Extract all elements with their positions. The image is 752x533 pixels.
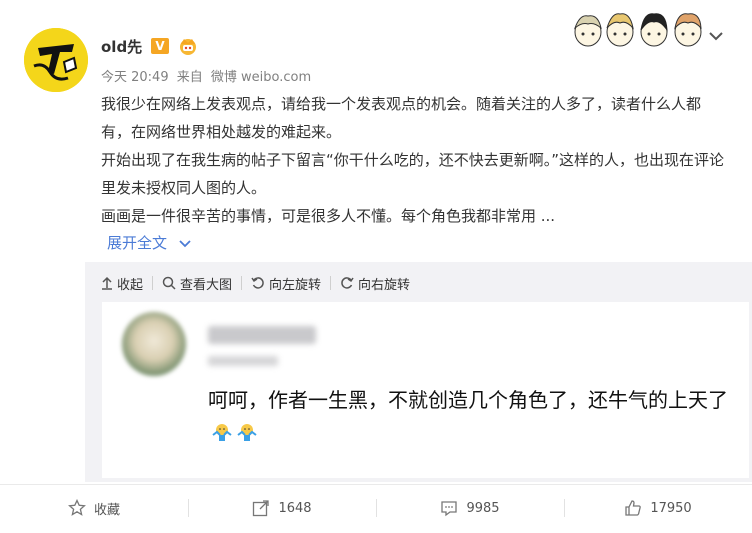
- rotate-right-button[interactable]: 向右旋转: [340, 274, 410, 293]
- expand-full-text-link[interactable]: 展开全文: [107, 232, 192, 253]
- rotate-right-icon: [341, 277, 354, 289]
- divider: [0, 484, 752, 485]
- post-meta: 今天 20:49 来自 微博 weibo.com: [101, 66, 315, 85]
- rotate-right-label: 向右旋转: [358, 277, 411, 293]
- divider: [330, 276, 332, 290]
- repost-icon: [253, 500, 270, 517]
- blurred-meta: [208, 356, 278, 366]
- shrug-emoji-icon: [211, 420, 233, 442]
- collapse-arrow-icon: [102, 276, 112, 290]
- post-source[interactable]: 微博 weibo.com: [211, 70, 311, 85]
- four-chibi-characters-icon: [572, 8, 704, 52]
- view-large-label: 查看大图: [180, 277, 233, 293]
- image-toolbar: 收起 查看大图 向左旋转 向右旋转: [101, 273, 410, 293]
- embedded-comment: 呵呵，作者一生黑，不就创造几个角色了，还牛气的上天了: [208, 384, 728, 448]
- username[interactable]: old先: [101, 36, 142, 57]
- rotate-left-button[interactable]: 向左旋转: [251, 274, 321, 293]
- image-panel: 收起 查看大图 向左旋转 向右旋转 呵呵，作者一生黑，不就创造几个角色了，还牛气…: [85, 262, 752, 482]
- divider: [241, 276, 243, 290]
- like-button[interactable]: 17950: [564, 490, 752, 526]
- collapse-button[interactable]: 收起: [101, 274, 143, 293]
- post-text: 我很少在网络上发表观点，请给我一个发表观点的机会。随着关注的人多了，读者什么人都…: [101, 90, 727, 230]
- shrug-emoji-icon: [236, 420, 258, 442]
- repost-count: 1648: [278, 500, 312, 516]
- like-count: 17950: [650, 500, 692, 516]
- embedded-screenshot-image[interactable]: 呵呵，作者一生黑，不就创造几个角色了，还牛气的上天了: [102, 302, 749, 478]
- comment-text: 呵呵，作者一生黑，不就创造几个角色了，还牛气的上天了: [208, 388, 728, 412]
- post-paragraph: 画画是一件很辛苦的事情，可是很多人不懂。每个角色我都非常用 ...: [101, 207, 556, 225]
- action-bar: 收藏 1648 9985 17950: [0, 490, 752, 526]
- repost-button[interactable]: 1648: [188, 490, 376, 526]
- comment-count: 9985: [466, 500, 500, 516]
- post-time[interactable]: 今天 20:49: [101, 70, 169, 85]
- verified-badge: V: [151, 38, 169, 54]
- crown-icon: [176, 36, 200, 56]
- view-large-button[interactable]: 查看大图: [162, 274, 232, 293]
- star-icon: [68, 499, 86, 516]
- comment-button[interactable]: 9985: [376, 490, 564, 526]
- collapse-label: 收起: [117, 277, 144, 293]
- post-paragraph: 开始出现了在我生病的帖子下留言“你干什么吃的，还不快去更新啊。”这样的人，也出现…: [101, 151, 725, 197]
- favorite-label: 收藏: [93, 502, 120, 518]
- divider: [152, 276, 154, 290]
- expand-label: 展开全文: [107, 234, 168, 252]
- magnifier-icon: [162, 276, 176, 290]
- thumbs-up-icon: [625, 500, 642, 516]
- post-paragraph: 我很少在网络上发表观点，请给我一个发表观点的机会。随着关注的人多了，读者什么人都…: [101, 95, 702, 141]
- blurred-avatar: [122, 312, 186, 376]
- blurred-username: [208, 326, 316, 344]
- favorite-button[interactable]: 收藏: [0, 490, 188, 526]
- comment-icon: [441, 501, 458, 517]
- chevron-down-icon: [178, 235, 192, 253]
- weibo-post-card: old先 V 今天 20:49 来自 微博 weibo.com 我很少在网络上发…: [0, 0, 752, 533]
- chevron-down-icon[interactable]: [706, 28, 726, 44]
- rotate-left-icon: [251, 277, 264, 289]
- rotate-left-label: 向左旋转: [269, 277, 322, 293]
- user-avatar[interactable]: [24, 28, 88, 92]
- source-prefix: 来自: [176, 70, 203, 85]
